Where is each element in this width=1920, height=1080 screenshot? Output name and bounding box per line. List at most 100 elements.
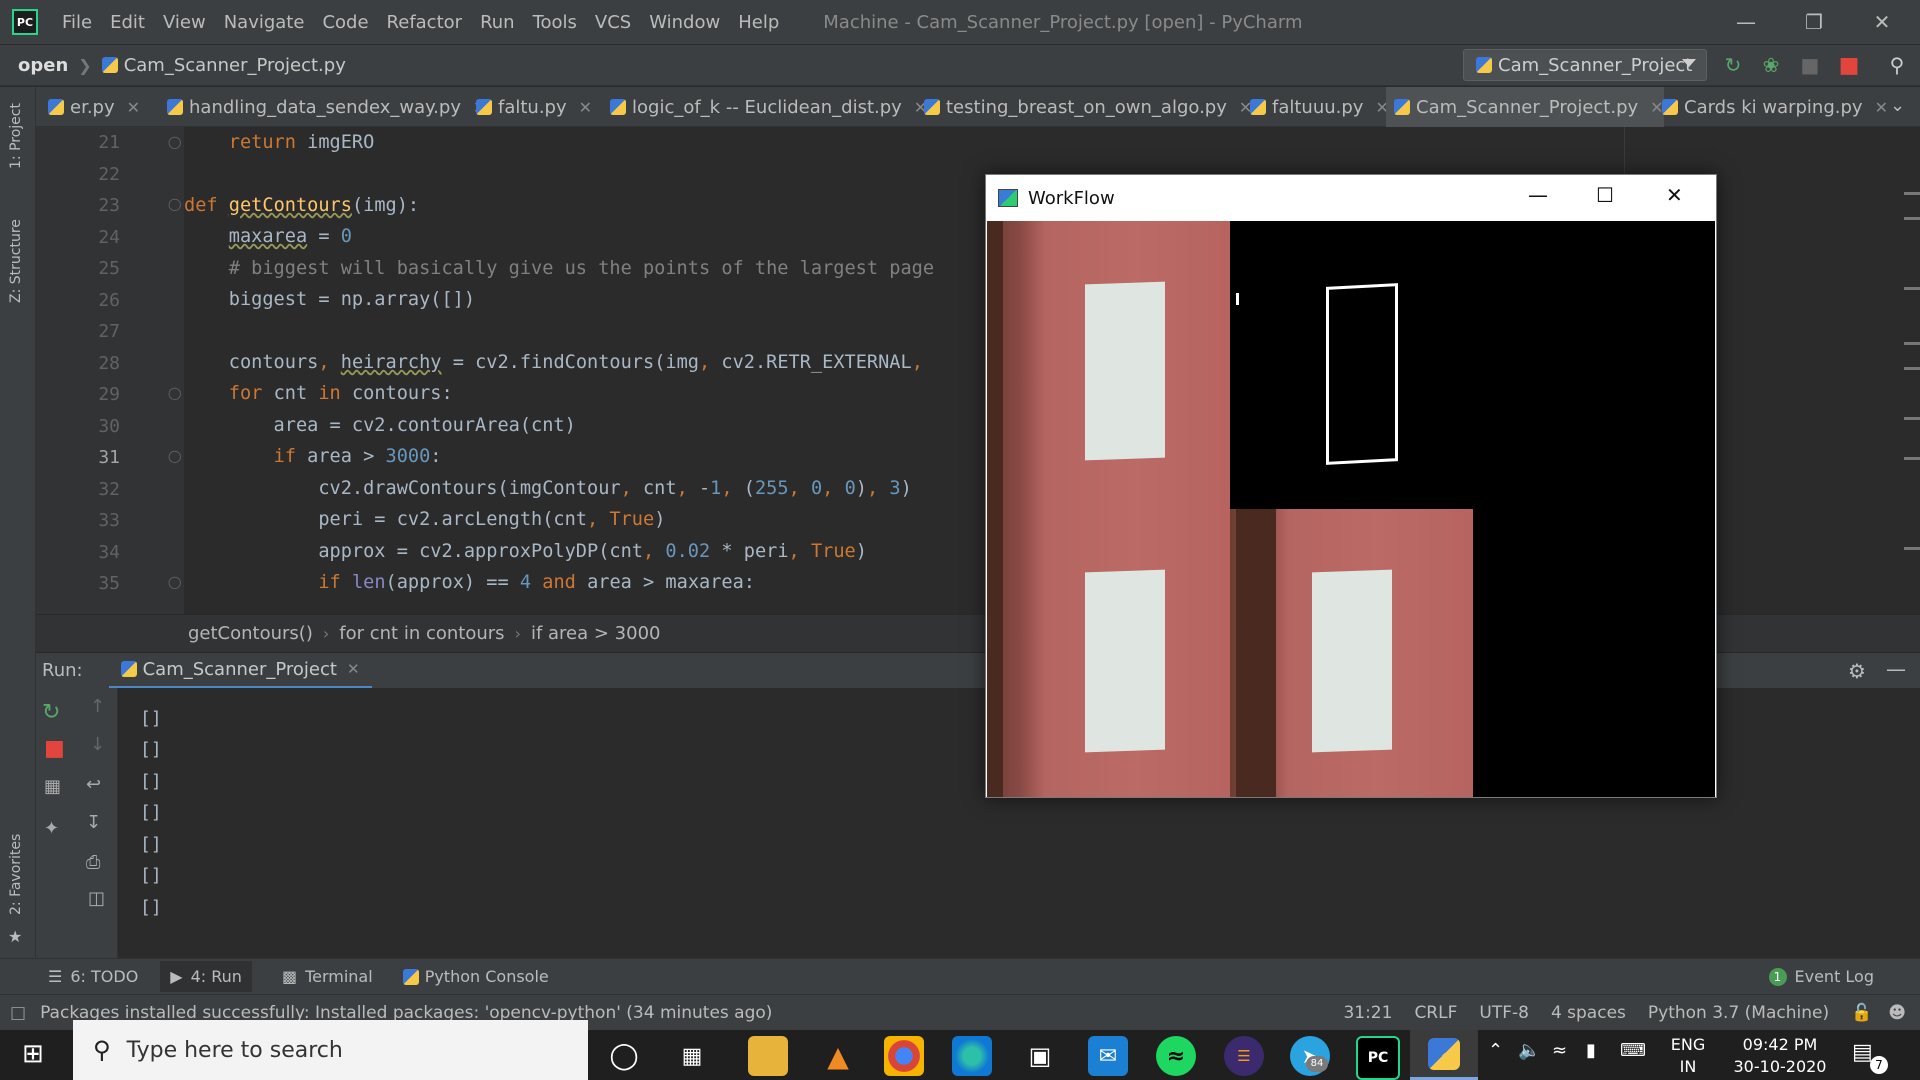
cortana-icon[interactable]: ◯ (604, 1036, 644, 1076)
chevron-up-icon[interactable]: ⌃ (1488, 1040, 1503, 1061)
breadcrumb-file[interactable]: Cam_Scanner_Project.py (124, 55, 346, 76)
debug-bug-icon[interactable]: ❀ (1758, 52, 1784, 78)
inspector-icon[interactable]: ☻ (1888, 1003, 1906, 1023)
menu-help[interactable]: Help (738, 12, 779, 33)
menu-refactor[interactable]: Refactor (387, 12, 463, 33)
spotify-icon[interactable]: ≈ (1156, 1036, 1196, 1076)
opencv-titlebar[interactable]: WorkFlow — ☐ ✕ (986, 175, 1716, 221)
editor-tab-active[interactable]: Cam_Scanner_Project.py ✕ (1386, 87, 1664, 130)
mail-icon[interactable]: ✉ (1088, 1036, 1128, 1076)
menu-tools[interactable]: Tools (533, 12, 577, 33)
arrow-down-icon[interactable]: ↓ (90, 734, 105, 755)
close-icon[interactable]: ✕ (1848, 0, 1916, 44)
run-configuration-dropdown[interactable]: Cam_Scanner_Project (1463, 49, 1707, 81)
edge-icon[interactable] (952, 1036, 992, 1076)
menu-run[interactable]: Run (480, 12, 515, 33)
minimize-icon[interactable]: — (1712, 0, 1780, 44)
fold-icon[interactable]: ◯ (168, 575, 181, 589)
trash-icon[interactable]: ◫ (88, 888, 105, 909)
close-tab-icon[interactable]: ✕ (1875, 98, 1888, 117)
soft-wrap-icon[interactable]: ↩ (86, 774, 101, 795)
opencv-window[interactable]: WorkFlow — ☐ ✕ (985, 174, 1717, 798)
taskbar-active-app[interactable] (1410, 1030, 1478, 1080)
fold-icon[interactable]: ◯ (168, 386, 181, 400)
editor-tab[interactable]: er.py ✕ (40, 87, 140, 127)
menu-view[interactable]: View (163, 12, 206, 33)
caret-position[interactable]: 31:21 (1343, 1003, 1392, 1023)
print-icon[interactable]: ⎙ (86, 852, 100, 873)
indent-setting[interactable]: 4 spaces (1551, 1003, 1626, 1023)
menu-window[interactable]: Window (649, 12, 720, 33)
search-icon[interactable]: ⚲ (1884, 52, 1910, 78)
menu-vcs[interactable]: VCS (595, 12, 631, 33)
coverage-icon[interactable]: ■ (1797, 52, 1823, 78)
editor-tab[interactable]: Cards ki warping.py ✕ (1654, 87, 1888, 127)
event-log-button[interactable]: 1 Event Log (1768, 967, 1874, 986)
task-view-icon[interactable]: ▦ (672, 1036, 712, 1076)
fold-icon[interactable]: ◯ (168, 449, 181, 463)
layout-icon[interactable]: ▦ (44, 776, 61, 797)
stop-icon[interactable]: ■ (44, 736, 65, 761)
breadcrumb-item[interactable]: for cnt in contours (339, 623, 504, 644)
editor-tab[interactable]: faltu.py ✕ (468, 87, 592, 127)
editor-scroll-markers[interactable] (1900, 127, 1920, 614)
file-encoding[interactable]: UTF-8 (1479, 1003, 1529, 1023)
run-tool-button[interactable]: ▶ 4: Run (160, 961, 252, 992)
menu-code[interactable]: Code (322, 12, 368, 33)
arrow-up-icon[interactable]: ↑ (90, 696, 105, 717)
restore-icon[interactable]: ❐ (1780, 0, 1848, 44)
status-toggle-icon[interactable]: □ (10, 1003, 26, 1023)
rerun-icon[interactable]: ↻ (42, 700, 60, 725)
breadcrumb-item[interactable]: if area > 3000 (531, 623, 661, 644)
menu-navigate[interactable]: Navigate (224, 12, 305, 33)
vlc-icon[interactable]: ▲ (818, 1036, 858, 1076)
fold-icon[interactable]: ◯ (168, 135, 181, 149)
file-explorer-icon[interactable] (748, 1036, 788, 1076)
breadcrumb-project-root[interactable]: open (18, 55, 68, 76)
favorites-tool-button[interactable]: 2: Favorites (8, 834, 24, 915)
close-tab-icon[interactable]: ✕ (127, 98, 140, 117)
menu-file[interactable]: File (62, 12, 92, 33)
language-indicator[interactable]: ENG IN (1668, 1034, 1708, 1078)
lock-icon[interactable]: 🔓 (1851, 1003, 1872, 1023)
interpreter[interactable]: Python 3.7 (Machine) (1648, 1003, 1829, 1023)
chevron-down-icon[interactable]: ⌄ (1890, 95, 1905, 116)
stop-icon[interactable]: ■ (1836, 52, 1862, 78)
fold-icon[interactable]: ◯ (168, 197, 181, 211)
close-tab-icon[interactable]: ✕ (579, 98, 592, 117)
editor-tab[interactable]: testing_breast_on_own_algo.py ✕ (916, 87, 1252, 127)
terminal-tool-button[interactable]: ▩ Terminal (282, 967, 373, 986)
battery-icon[interactable]: ▮ (1586, 1040, 1596, 1061)
hide-panel-icon[interactable]: — (1886, 657, 1906, 681)
speaker-icon[interactable]: 🔈 (1518, 1040, 1540, 1061)
maximize-icon[interactable]: ☐ (1596, 183, 1614, 207)
run-tab[interactable]: Cam_Scanner_Project ✕ (108, 653, 372, 689)
todo-tool-button[interactable]: ☰ 6: TODO (48, 967, 138, 986)
close-icon[interactable]: ✕ (1666, 183, 1683, 207)
pin-icon[interactable]: ✦ (44, 818, 59, 839)
breadcrumb-item[interactable]: getContours() (188, 623, 313, 644)
eclipse-icon[interactable]: ☰ (1224, 1036, 1264, 1076)
minimize-icon[interactable]: — (1528, 183, 1548, 207)
line-separator[interactable]: CRLF (1414, 1003, 1457, 1023)
windows-start-icon[interactable]: ⊞ (22, 1040, 50, 1068)
rerun-icon[interactable]: ↻ (1720, 52, 1746, 78)
noise-mark (1236, 293, 1239, 305)
gear-icon[interactable]: ⚙ (1848, 659, 1866, 683)
chrome-icon[interactable] (884, 1036, 924, 1076)
wifi-icon[interactable]: ≈ (1552, 1040, 1567, 1061)
editor-tab[interactable]: logic_of_k -- Euclidean_dist.py ✕ (602, 87, 927, 127)
close-tab-icon[interactable]: ✕ (347, 660, 360, 678)
clock[interactable]: 09:42 PM 30-10-2020 (1728, 1034, 1832, 1078)
python-console-tool-button[interactable]: Python Console (402, 967, 549, 986)
store-icon[interactable]: ▣ (1020, 1036, 1060, 1076)
pycharm-taskbar-icon[interactable]: PC (1356, 1036, 1400, 1080)
scroll-to-end-icon[interactable]: ↧ (86, 812, 101, 833)
keyboard-icon[interactable]: ⌨ (1620, 1040, 1646, 1061)
editor-tab[interactable]: faltuuu.py ✕ (1242, 87, 1389, 127)
menu-edit[interactable]: Edit (110, 12, 145, 33)
editor-tab[interactable]: handling_data_sendex_way.py ✕ (159, 87, 486, 127)
structure-tool-button[interactable]: Z: Structure (8, 219, 24, 303)
project-tool-button[interactable]: 1: Project (8, 103, 24, 169)
taskbar-search[interactable]: ⚲ Type here to search (73, 1020, 588, 1080)
